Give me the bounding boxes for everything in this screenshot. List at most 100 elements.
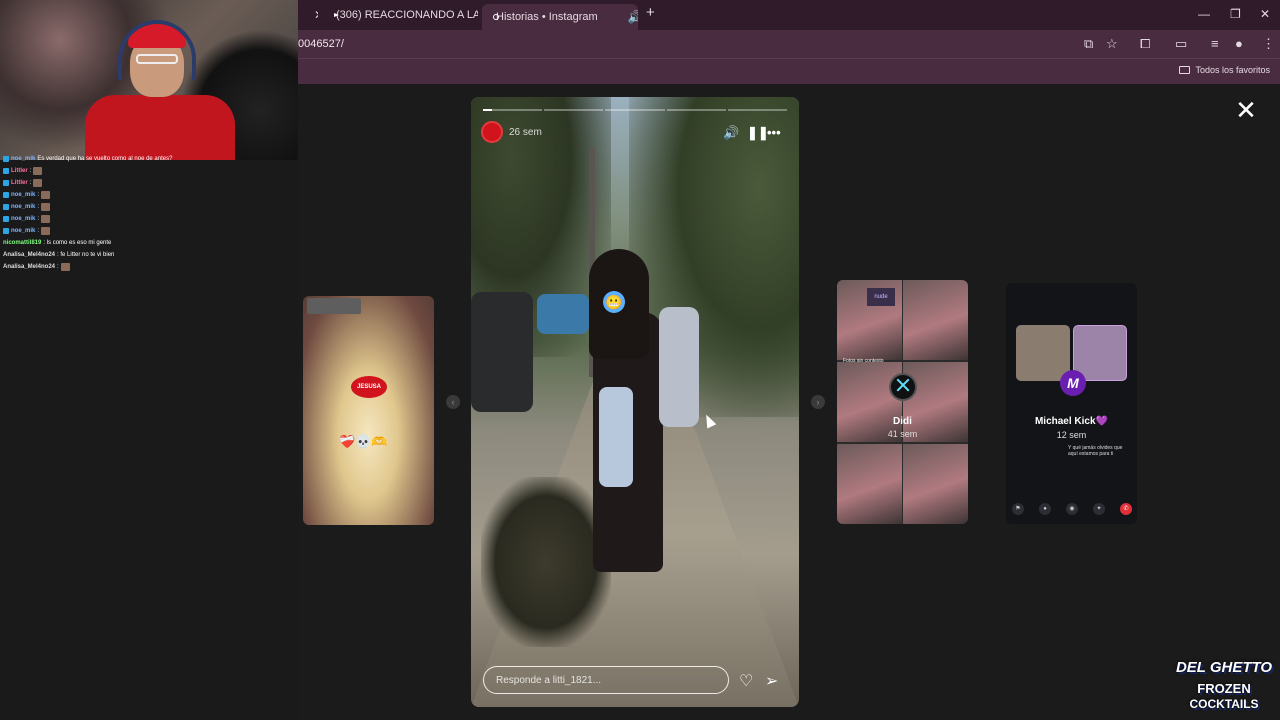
prev-story-badge: JESUSA	[351, 376, 387, 398]
game-icon: ✦	[1093, 503, 1105, 515]
progress-segment	[483, 109, 543, 111]
reply-input[interactable]: Responde a litti_1821...	[483, 666, 729, 694]
story-timestamp: 26 sem	[509, 127, 542, 138]
far-story-username: Michael Kick💜	[1034, 416, 1109, 427]
story-author-avatar[interactable]	[481, 121, 503, 143]
chat-message: noe_mik:	[3, 201, 293, 213]
chat-separator: :	[57, 264, 59, 270]
emote-icon	[41, 215, 51, 223]
badge-icon	[3, 168, 9, 174]
tab-youtube[interactable]: (306) REACCIONANDO A LA TI ✕	[330, 4, 478, 26]
emote-icon	[33, 167, 43, 175]
folder-label: Todos los favoritos	[1195, 65, 1270, 75]
sponsor-line-2: FROZEN	[1197, 681, 1251, 696]
stream-chat: noe_mik Es verdad que ha se vuelto como a…	[3, 153, 293, 273]
badge-icon	[3, 192, 9, 198]
badge-icon	[3, 228, 9, 234]
chat-message: Littler:	[3, 165, 293, 177]
send-icon[interactable]: ➢	[765, 671, 778, 691]
streamer-webcam	[0, 0, 298, 160]
minimize-button[interactable]: —	[1198, 7, 1210, 21]
cast-icon[interactable]: ▭	[1175, 36, 1187, 52]
mute-tab-icon[interactable]: 🔊	[628, 10, 638, 24]
story-progress-bar	[483, 109, 788, 111]
chat-message: Analisa_Mel4no24:	[3, 261, 293, 273]
chat-message: noe_mik Es verdad que ha se vuelto como a…	[3, 153, 293, 165]
chat-separator: :	[29, 180, 32, 186]
nude-logo: nude	[867, 288, 895, 306]
chat-message: noe_mik:	[3, 225, 293, 237]
profile-avatar[interactable]: ●	[1235, 36, 1243, 51]
story-photo-shirt	[599, 387, 633, 487]
url-input[interactable]: 0046527/	[298, 38, 344, 50]
all-bookmarks-folder[interactable]: Todos los favoritos	[1179, 65, 1270, 75]
tab-close-button[interactable]: ✕	[306, 4, 318, 26]
next-arrow-button[interactable]: ›	[811, 395, 825, 409]
badge-icon	[3, 156, 9, 162]
sponsor-line-1: DEL GHETTO	[1175, 659, 1273, 676]
far-story-text: Y qué jamás olvides que aquí estamos par…	[1068, 445, 1123, 457]
prev-story-card	[307, 298, 361, 314]
chat-separator: :	[37, 204, 40, 210]
prev-story-emojis: ❤️‍🩹💀🫶	[339, 434, 388, 449]
next-story-preview[interactable]: nude Fotos sin contexto ⨉ Didi 41 sem	[837, 280, 968, 524]
emote-icon	[41, 227, 51, 235]
close-stories-button[interactable]: ✕	[1232, 96, 1260, 124]
far-story-tile	[1016, 325, 1070, 381]
chat-username: Littler	[11, 168, 28, 174]
chat-icon: ◉	[1066, 503, 1078, 515]
chat-message: noe_mik:	[3, 213, 293, 225]
badge-icon	[3, 180, 9, 186]
flag-icon: ⚑	[1012, 503, 1024, 515]
chat-message: Littler:	[3, 177, 293, 189]
like-heart-icon[interactable]: ♡	[739, 671, 753, 691]
previous-arrow-button[interactable]: ‹	[446, 395, 460, 409]
far-story-preview[interactable]: M Michael Kick💜 12 sem Y qué jamás olvid…	[1006, 283, 1137, 524]
progress-segment	[605, 109, 665, 111]
more-options-icon[interactable]: •••	[767, 125, 781, 140]
chat-text: Es verdad que ha se vuelto como al noe d…	[37, 156, 173, 162]
active-story[interactable]: 😬 26 sem 🔊 ❚❚ ••• Responde a litti_1821.…	[471, 97, 799, 707]
restore-button[interactable]: ❐	[1230, 7, 1241, 21]
media-icon[interactable]: ≡	[1211, 36, 1219, 51]
next-story-photo	[903, 444, 968, 524]
sponsor-line-3: COCKTAILS	[1189, 697, 1259, 711]
chat-username: noe_mik	[11, 204, 36, 210]
previous-story-preview[interactable]: JESUSA ❤️‍🩹💀🫶	[303, 296, 434, 525]
progress-segment	[544, 109, 604, 111]
progress-fill	[483, 109, 492, 111]
tab-title: Historias • Instagram	[496, 11, 598, 23]
folder-icon	[1179, 66, 1191, 74]
next-story-avatar: ⨉	[889, 373, 917, 401]
chat-username: noe_mik	[11, 228, 36, 234]
install-icon[interactable]: ⧉	[1084, 36, 1093, 52]
badge-icon	[3, 216, 9, 222]
next-story-username: Didi	[893, 416, 912, 427]
chat-separator: :	[29, 168, 32, 174]
streamer-body	[85, 95, 235, 160]
tab-instagram[interactable]: Historias • Instagram 🔊 ✕	[482, 4, 638, 30]
menu-icon[interactable]: ⋮	[1262, 36, 1275, 52]
chat-message: Analisa_Mel4no24: fe Litter no te vi bie…	[3, 249, 293, 261]
chat-text: : fe Litter no te vi bien	[57, 252, 115, 258]
chat-username: noe_mik	[11, 216, 36, 222]
next-story-caption: Fotos sin contexto	[843, 358, 884, 364]
emote-icon	[41, 191, 51, 199]
chat-separator: :	[37, 192, 40, 198]
badge-icon	[3, 204, 9, 210]
volume-icon[interactable]: 🔊	[723, 125, 739, 141]
chat-username: Analisa_Mel4no24	[3, 264, 56, 270]
close-window-button[interactable]: ✕	[1260, 7, 1270, 21]
sponsor-logo: DEL GHETTO FROZEN COCKTAILS	[1172, 655, 1276, 717]
next-story-photo	[903, 280, 968, 360]
story-photo-car	[471, 292, 533, 412]
pause-icon[interactable]: ❚❚	[747, 125, 769, 141]
glasses	[136, 54, 178, 64]
extensions-icon[interactable]: ⧠	[1140, 36, 1150, 52]
emote-icon	[41, 203, 51, 211]
bookmark-star-icon[interactable]: ☆	[1106, 36, 1118, 52]
next-story-photo	[837, 444, 902, 524]
new-tab-button[interactable]: +	[646, 4, 655, 21]
call-controls: ⚑ ● ◉ ✦ ✆	[1012, 503, 1132, 515]
tab-title: (306) REACCIONANDO A LA TI	[336, 9, 478, 21]
